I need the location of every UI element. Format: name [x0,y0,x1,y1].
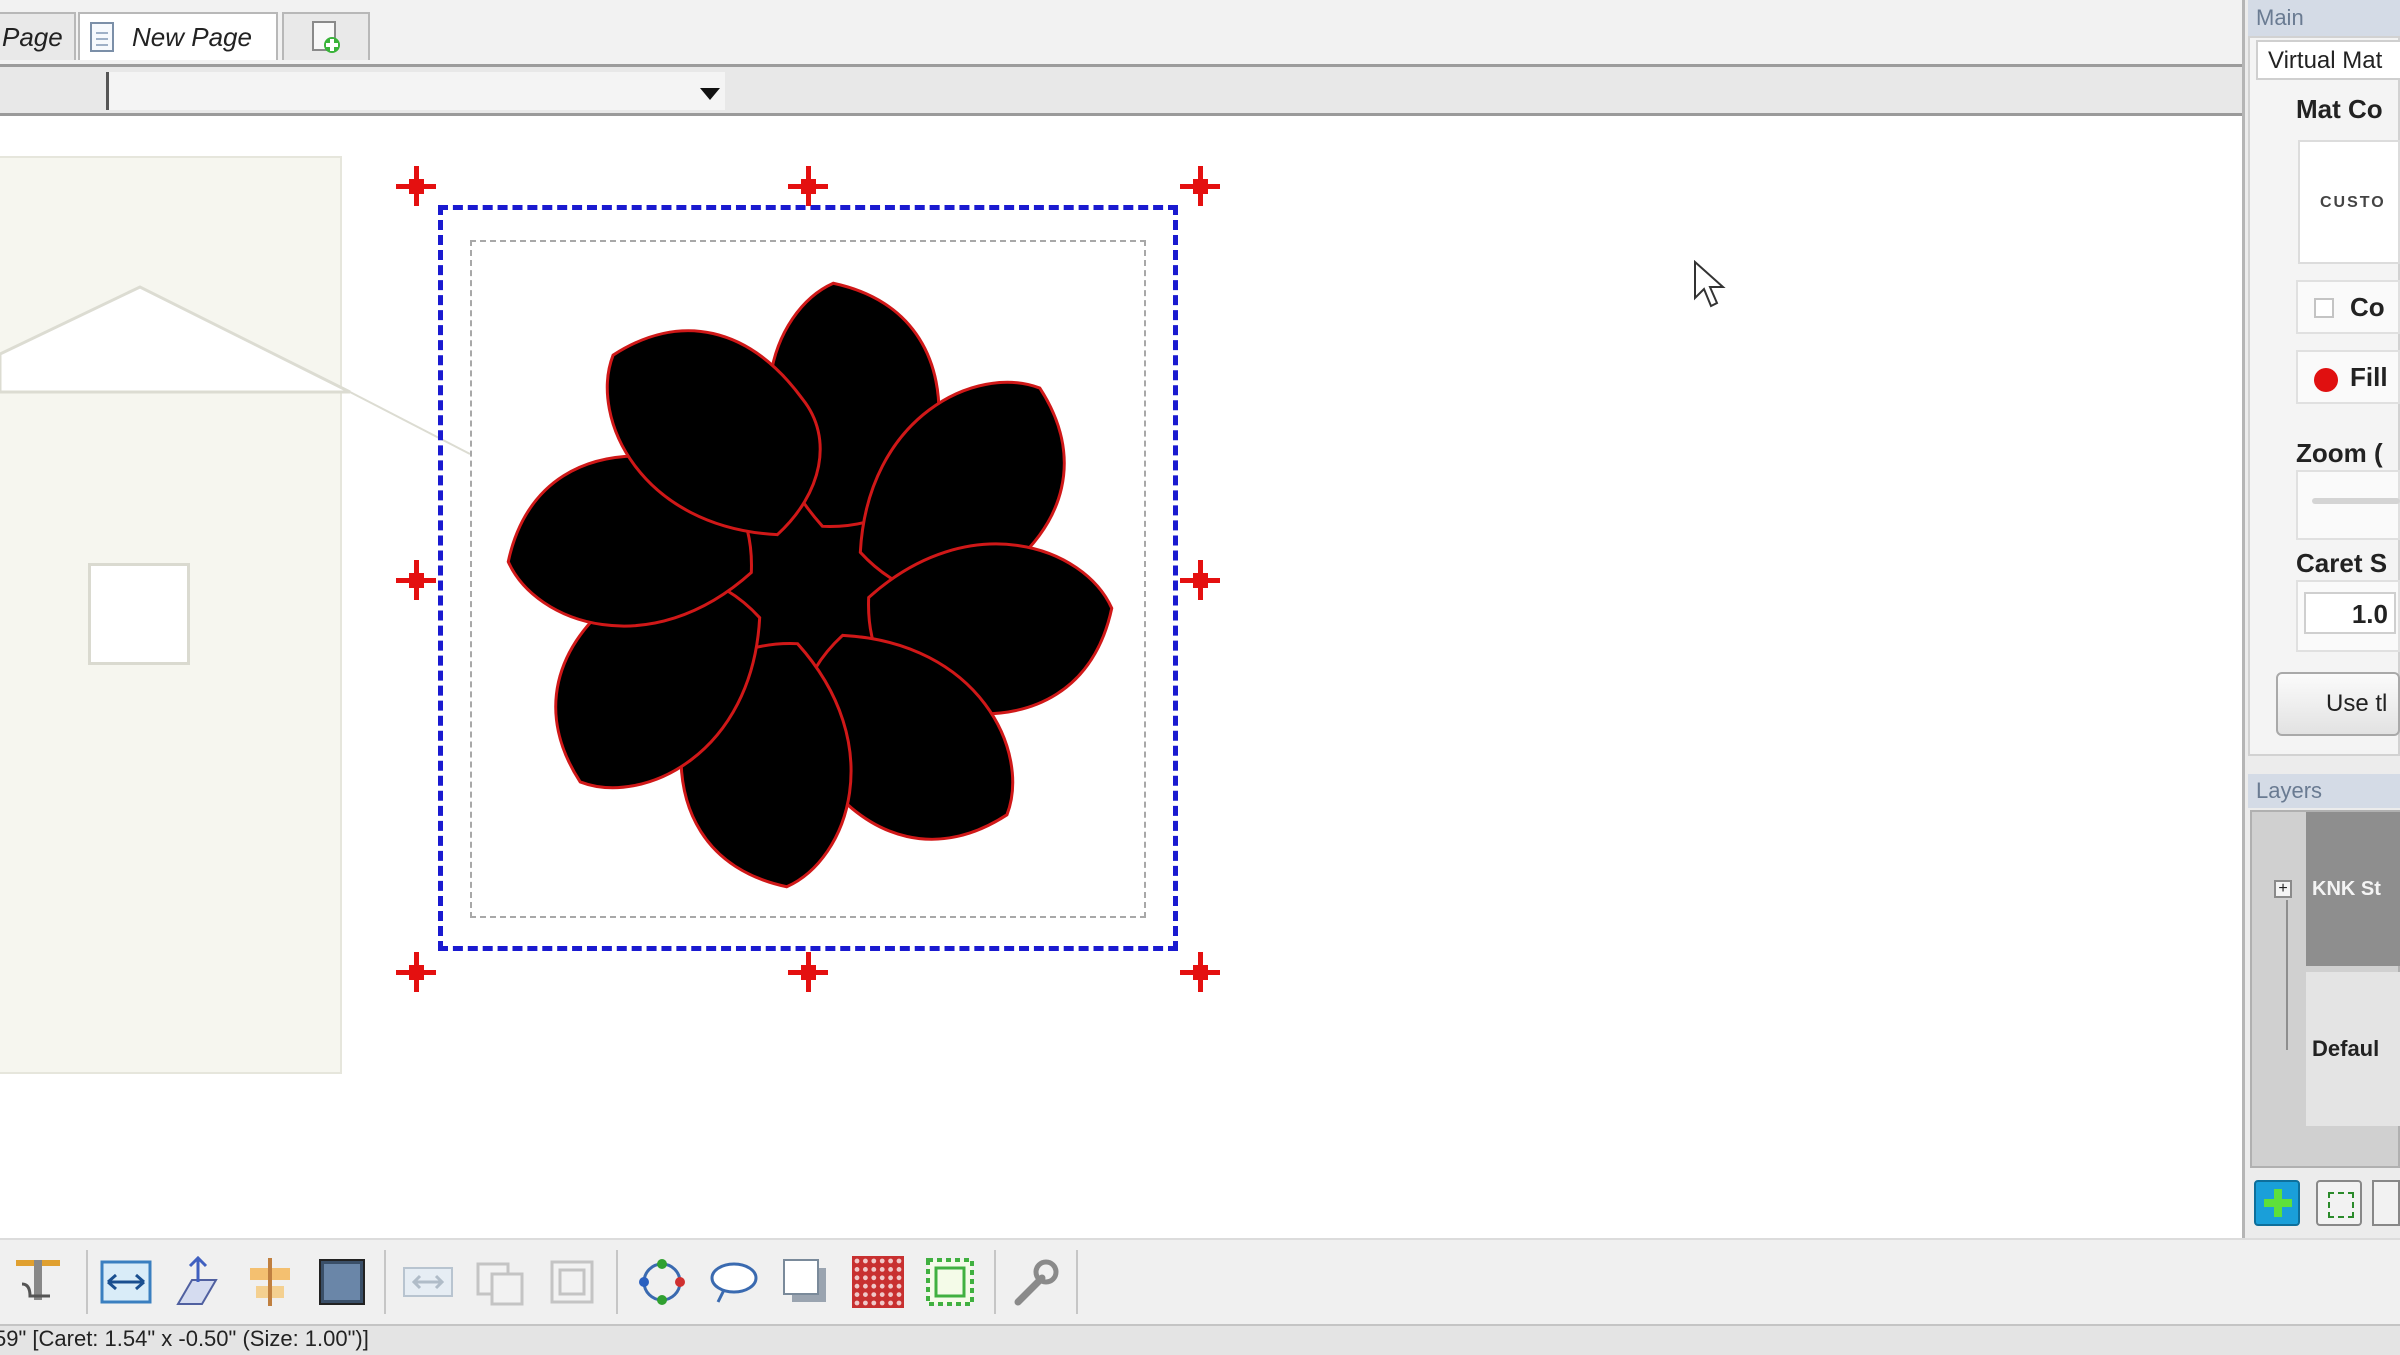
add-page-button[interactable] [282,12,370,60]
toolbar-separator [994,1250,996,1314]
add-layer-icon[interactable] [2254,1180,2300,1226]
toolbar-separator [86,1250,88,1314]
layers-panel-header: Layers [2248,774,2400,808]
toolbar-separator [1076,1250,1078,1314]
house-roof-shape [0,285,471,455]
tab-page[interactable]: Page [0,12,76,60]
use-button[interactable]: Use tl [2276,672,2400,736]
resize-handle-bottom-right[interactable] [1180,952,1220,992]
tab-new-page-label: New Page [132,21,252,52]
resize-handle-right[interactable] [1180,560,1220,600]
flower-shape[interactable] [460,235,1160,935]
layer-item[interactable]: Defaul [2306,972,2400,1126]
zoom-label: Zoom ( [2296,438,2383,468]
resize-handle-top[interactable] [788,166,828,206]
wrench-icon[interactable] [1008,1254,1064,1310]
layer-expand-button[interactable]: + [2274,880,2292,898]
mat-color-label: Mat Co [2296,94,2383,124]
fill-shape-icon[interactable] [314,1254,370,1310]
resize-handle-top-right[interactable] [1180,166,1220,206]
shadow-icon[interactable] [778,1254,834,1310]
zoom-slider[interactable] [2312,498,2400,504]
view-dropdown[interactable] [106,72,725,110]
node-edit-icon[interactable] [634,1254,690,1310]
lasso-icon[interactable] [706,1254,762,1310]
mirror-icon[interactable] [170,1254,226,1310]
tab-page-label: Page [2,21,63,52]
resize-handle-bottom-left[interactable] [396,952,436,992]
resize-handle-top-left[interactable] [396,166,436,206]
resize-handle-bottom[interactable] [788,952,828,992]
document-icon [90,22,114,52]
flip-horizontal-icon[interactable] [98,1254,154,1310]
co-checkbox[interactable] [2314,298,2334,318]
add-page-icon [312,21,340,53]
main-panel-header: Main [2248,0,2400,36]
toolbar-separator [384,1250,386,1314]
layer-item[interactable]: KNK St [2306,812,2400,966]
co-label: Co [2350,292,2385,322]
zoom-control [2296,470,2400,540]
add-sublayer-icon[interactable] [2316,1180,2362,1226]
mouse-pointer-icon [1694,260,1726,308]
layer-tree-line [2286,900,2288,1050]
status-text: 59" [Caret: 1.54" x -0.50" (Size: 1.00")… [0,1326,369,1351]
house-window-shape [88,563,190,665]
align-center-icon[interactable] [242,1254,298,1310]
text-tool-icon[interactable] [12,1254,68,1310]
tab-new-page[interactable]: New Page [78,12,278,60]
outline-offset-icon[interactable] [922,1254,978,1310]
toolbar-separator [616,1250,618,1314]
break-apart-icon[interactable] [544,1254,600,1310]
fill-radio[interactable] [2314,368,2338,392]
resize-handle-left[interactable] [396,560,436,600]
mat-preview-label: CUSTO [2320,194,2386,211]
fill-label: Fill [2350,362,2388,392]
weld-icon[interactable] [400,1254,456,1310]
combine-icon[interactable] [472,1254,528,1310]
layer-options-button[interactable] [2372,1180,2400,1226]
dropdown-arrow-icon[interactable] [700,88,720,100]
tab-virtual-mat[interactable]: Virtual Mat [2256,40,2400,80]
rhinestone-icon[interactable] [850,1254,906,1310]
caret-size-input[interactable]: 1.0 [2304,592,2396,634]
caret-size-label: Caret S [2296,548,2388,578]
